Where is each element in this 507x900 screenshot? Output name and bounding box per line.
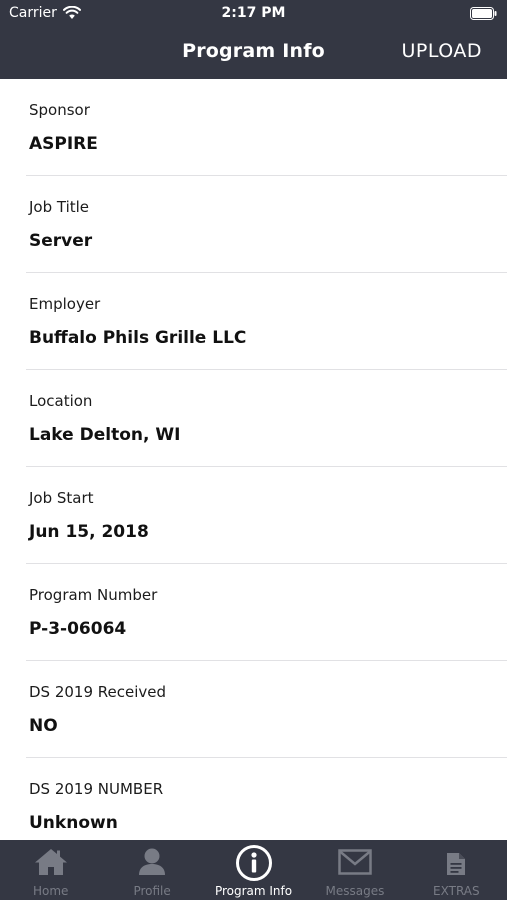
- tab-label: EXTRAS: [433, 884, 480, 898]
- tab-profile[interactable]: Profile: [101, 840, 202, 900]
- status-time: 2:17 PM: [221, 5, 286, 21]
- field-value: Server: [29, 231, 93, 251]
- document-icon: [447, 853, 466, 875]
- top-bar: Carrier 2:17 PM Program Info UPLOAD: [0, 0, 507, 79]
- tab-label: Home: [32, 884, 69, 898]
- info-row-ds2019-received: DS 2019 Received NO: [0, 661, 507, 758]
- info-row-program-number: Program Number P-3-06064: [0, 564, 507, 661]
- tab-extras[interactable]: EXTRAS: [406, 840, 507, 900]
- field-value: Jun 15, 2018: [29, 522, 149, 542]
- field-value: Lake Delton, WI: [29, 425, 181, 445]
- info-row-sponsor: Sponsor ASPIRE: [0, 79, 507, 176]
- info-icon: [235, 845, 272, 881]
- home-icon: [34, 849, 67, 875]
- info-row-employer: Employer Buffalo Phils Grille LLC: [0, 273, 507, 370]
- navigation-bar: Program Info UPLOAD: [0, 28, 507, 79]
- info-row-job-start: Job Start Jun 15, 2018: [0, 467, 507, 564]
- field-label: Job Start: [29, 489, 94, 507]
- status-bar: Carrier 2:17 PM: [0, 0, 507, 28]
- tab-home[interactable]: Home: [0, 840, 101, 900]
- tab-messages[interactable]: Messages: [304, 840, 405, 900]
- field-value: P-3-06064: [29, 619, 127, 639]
- person-icon: [139, 848, 166, 875]
- tab-label: Profile: [133, 884, 171, 898]
- tab-bar: Home Profile Program Info Messages EXTRA…: [0, 840, 507, 900]
- program-info-screen: Carrier 2:17 PM Program Info UPLOAD Spon…: [0, 0, 507, 900]
- field-label: Job Title: [29, 198, 90, 216]
- battery-icon: [470, 7, 497, 20]
- tab-label: Program Info: [214, 884, 293, 898]
- field-label: Sponsor: [29, 101, 90, 119]
- field-label: Program Number: [29, 586, 158, 604]
- tab-label: Messages: [325, 884, 385, 898]
- field-value: NO: [29, 716, 58, 736]
- field-value: ASPIRE: [29, 134, 98, 154]
- field-label: Employer: [29, 295, 101, 313]
- field-value: Unknown: [29, 813, 118, 833]
- field-label: DS 2019 NUMBER: [29, 780, 164, 798]
- field-label: DS 2019 Received: [29, 683, 167, 701]
- upload-button[interactable]: UPLOAD: [401, 40, 482, 62]
- tab-program-info[interactable]: Program Info: [203, 840, 304, 900]
- field-label: Location: [29, 392, 93, 410]
- envelope-icon: [338, 849, 372, 875]
- info-row-ds2019-number: DS 2019 NUMBER Unknown: [0, 758, 507, 840]
- info-row-location: Location Lake Delton, WI: [0, 370, 507, 467]
- program-info-list[interactable]: Sponsor ASPIRE Job Title Server Employer…: [0, 79, 507, 840]
- field-value: Buffalo Phils Grille LLC: [29, 328, 247, 348]
- info-row-job-title: Job Title Server: [0, 176, 507, 273]
